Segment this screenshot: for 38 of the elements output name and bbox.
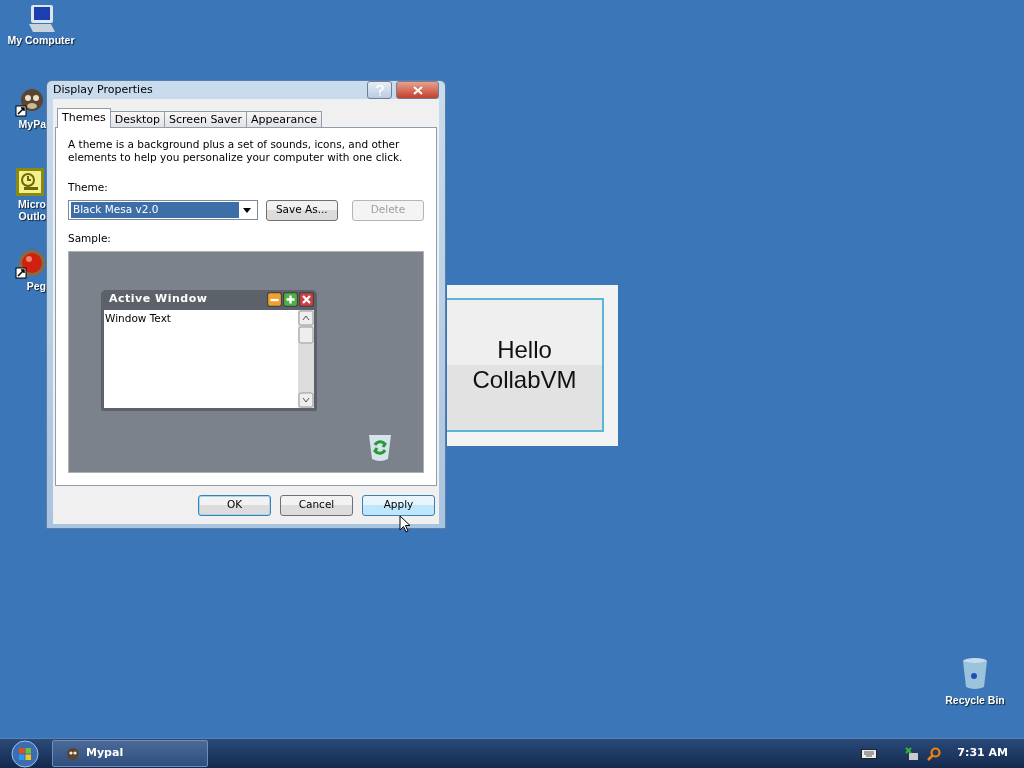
dialog-button[interactable]: OK (198, 494, 271, 516)
icon-label: MyPa (18, 118, 46, 130)
preview-text: Window Text (104, 310, 172, 326)
search-icon[interactable] (927, 746, 942, 761)
close-icon (412, 85, 423, 95)
theme-dropdown[interactable]: Black Mesa v2.0 (68, 200, 258, 221)
icon-label: My Computer (7, 34, 75, 46)
dog-icon[interactable] (14, 86, 46, 118)
icon-label: Outlo (18, 210, 46, 222)
icon-label: Micro (18, 198, 46, 210)
field-label: Sample: (68, 230, 112, 246)
clock-icon[interactable] (14, 166, 46, 198)
close-icon (299, 292, 314, 307)
dialog-button[interactable]: Cancel (280, 494, 353, 516)
dialog-button[interactable]: Apply (362, 494, 435, 516)
cursor-icon (399, 515, 411, 533)
close-button[interactable] (396, 81, 439, 99)
dog-icon (65, 746, 81, 761)
network-icon[interactable] (905, 746, 920, 761)
ball-icon[interactable] (14, 248, 46, 280)
description-text: A theme is a background plus a set of sounds, icons, and other elements to help you personalize your computer with one click. (68, 138, 404, 164)
keyboard-icon[interactable] (861, 748, 878, 759)
taskbar-button[interactable]: Mypal (52, 740, 208, 767)
theme-button[interactable]: Save As... (265, 199, 338, 221)
tab[interactable]: Themes (57, 108, 111, 128)
field-label: Theme: (68, 180, 109, 195)
window-title: Display Properties (53, 81, 153, 98)
help-button[interactable] (367, 81, 392, 99)
preview-window-title: Active Window (109, 291, 208, 308)
clock-text: 7:31 AM (957, 745, 1008, 762)
start-button[interactable] (10, 738, 40, 768)
maximize-icon (283, 292, 298, 307)
trash-bin-icon[interactable] (961, 656, 989, 690)
dropdown-arrow-icon (242, 207, 251, 213)
minimize-icon (267, 292, 282, 307)
icon-label: Peg (26, 280, 46, 292)
help-icon (375, 84, 384, 96)
icon-label: Recycle Bin (945, 694, 1005, 706)
